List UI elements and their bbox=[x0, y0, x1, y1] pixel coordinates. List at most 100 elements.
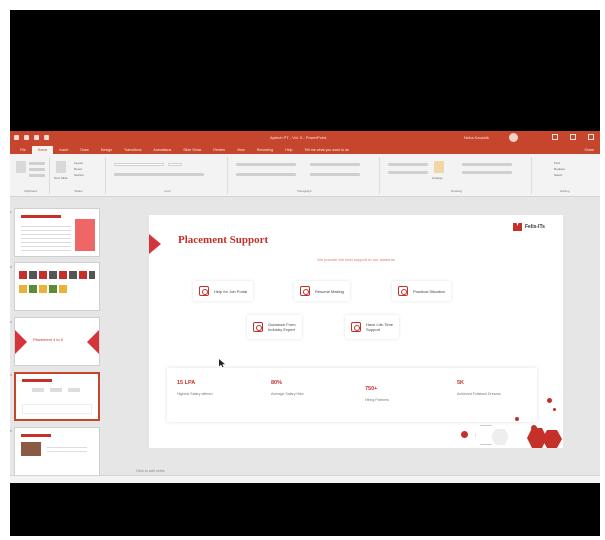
stat-label: Highest Salary offered bbox=[177, 392, 213, 396]
status-bar bbox=[10, 475, 600, 483]
feature-label: Guidance From Industry Expert bbox=[268, 322, 296, 332]
slides-group: New Slide Layout Reset Section Slides bbox=[52, 157, 106, 194]
group-label: Clipboard bbox=[24, 189, 37, 193]
feature-card[interactable]: Help for Job Portal bbox=[193, 281, 254, 301]
thumb-number: 1 bbox=[10, 210, 12, 214]
stats-panel: 15 LPA Highest Salary offered 80% Averag… bbox=[167, 368, 537, 422]
cut-button[interactable] bbox=[29, 162, 45, 165]
portal-icon bbox=[199, 286, 209, 296]
stat-item: 15 LPA Highest Salary offered bbox=[177, 380, 257, 397]
current-slide[interactable]: Placement Support We provide the best su… bbox=[149, 215, 563, 448]
brand-logo: Felix-ITs bbox=[513, 223, 545, 231]
stat-value: 5K bbox=[457, 380, 465, 386]
new-slide-label[interactable]: New Slide bbox=[54, 176, 68, 180]
slide-thumbnail-1[interactable] bbox=[14, 208, 100, 257]
reset-button[interactable]: Reset bbox=[74, 167, 82, 171]
group-label: Paragraph bbox=[297, 189, 312, 193]
new-slide-icon[interactable] bbox=[56, 161, 66, 173]
font-name-select[interactable] bbox=[114, 163, 164, 166]
stat-value: 80% bbox=[271, 380, 283, 386]
thumb-title bbox=[21, 434, 51, 437]
window-controls bbox=[552, 134, 594, 140]
section-button[interactable]: Section bbox=[74, 173, 84, 177]
present-icon[interactable] bbox=[44, 135, 49, 140]
ribbon: Clipboard New Slide Layout Reset Section… bbox=[10, 154, 600, 197]
group-label: Editing bbox=[560, 189, 570, 193]
document-title: Aptech PT - Vol. 5 - PowerPoint bbox=[270, 135, 327, 140]
thumb-image bbox=[75, 219, 95, 251]
thumb-title bbox=[21, 215, 61, 218]
find-button[interactable]: Find bbox=[554, 161, 560, 165]
feature-label: Help for Job Portal bbox=[214, 288, 248, 294]
thumb-image bbox=[21, 442, 41, 456]
avatar[interactable] bbox=[509, 133, 518, 142]
notes-placeholder[interactable]: Click to add notes bbox=[106, 468, 600, 475]
maximize-icon[interactable] bbox=[570, 134, 576, 140]
feature-label: Resume Making bbox=[315, 288, 344, 294]
select-button[interactable]: Select bbox=[554, 173, 562, 177]
thumb-text bbox=[21, 223, 71, 251]
slide-subtitle[interactable]: We provide the best support to our stude… bbox=[149, 257, 563, 262]
shape-fill-button[interactable] bbox=[462, 163, 512, 166]
tab-home[interactable]: Home bbox=[31, 146, 54, 154]
arrange-label[interactable]: Arrange bbox=[432, 176, 443, 180]
thumb-logos bbox=[19, 285, 69, 293]
minimize-icon[interactable] bbox=[552, 134, 558, 140]
convert-smartart-button[interactable] bbox=[310, 173, 360, 176]
editing-group: Find Replace Select Editing bbox=[534, 157, 596, 194]
feature-card[interactable]: Have Life-Time Support bbox=[345, 315, 399, 339]
save-icon[interactable] bbox=[14, 135, 19, 140]
redo-icon[interactable] bbox=[34, 135, 39, 140]
powerpoint-window: Aptech PT - Vol. 5 - PowerPoint Neha Kau… bbox=[10, 131, 600, 483]
mouse-cursor-icon bbox=[219, 359, 225, 367]
arrange-icon[interactable] bbox=[434, 161, 444, 173]
slide-thumbnail-3[interactable]: Placement 4 to 5 bbox=[14, 317, 100, 366]
decor-hexagon bbox=[542, 430, 562, 448]
thumb-title bbox=[22, 379, 52, 382]
undo-icon[interactable] bbox=[24, 135, 29, 140]
feature-card[interactable]: Practical Situation bbox=[392, 281, 452, 301]
align-buttons[interactable] bbox=[236, 173, 296, 176]
group-label: Drawing bbox=[450, 189, 462, 193]
user-name[interactable]: Neha Kaushik bbox=[464, 135, 489, 140]
shapes-gallery-row[interactable] bbox=[388, 171, 428, 174]
shape-outline-button[interactable] bbox=[462, 171, 512, 174]
font-format-buttons[interactable] bbox=[114, 173, 204, 176]
thumb-number: 3 bbox=[10, 320, 12, 324]
format-painter-button[interactable] bbox=[29, 174, 45, 177]
decor-dot bbox=[515, 417, 519, 421]
slide-thumbnail-5[interactable] bbox=[14, 427, 100, 476]
thumb-triangle bbox=[15, 330, 27, 354]
slide-thumbnails-pane: 1 2 3 Placement 4 to 5 4 5 bbox=[10, 198, 106, 476]
slide-title[interactable]: Placement Support bbox=[178, 234, 268, 246]
font-size-select[interactable] bbox=[168, 163, 182, 166]
replace-button[interactable]: Replace bbox=[554, 167, 565, 171]
stat-value: 750+ bbox=[365, 386, 378, 392]
thumb-number: 2 bbox=[10, 265, 12, 269]
ribbon-tabs: File Home Insert Draw Design Transitions… bbox=[10, 144, 600, 154]
paragraph-group: Paragraph bbox=[230, 157, 380, 194]
felix-logo-icon bbox=[513, 223, 522, 231]
stat-item: 80% Average Salary Hike bbox=[271, 380, 351, 397]
shapes-gallery[interactable] bbox=[388, 163, 428, 166]
support-icon bbox=[351, 322, 361, 332]
slide-thumbnail-2[interactable] bbox=[14, 262, 100, 311]
slide-thumbnail-4[interactable] bbox=[14, 372, 100, 421]
feature-card[interactable]: Resume Making bbox=[294, 281, 350, 301]
stat-label: Hiring Partners bbox=[365, 398, 389, 402]
paste-icon[interactable] bbox=[16, 161, 26, 173]
clipboard-group: Clipboard bbox=[12, 157, 50, 194]
text-direction-button[interactable] bbox=[310, 163, 360, 166]
thumb-caption: Placement 4 to 5 bbox=[33, 337, 64, 342]
copy-button[interactable] bbox=[29, 168, 45, 171]
thumb-number: 5 bbox=[10, 429, 12, 433]
feature-card[interactable]: Guidance From Industry Expert bbox=[247, 315, 302, 339]
layout-button[interactable]: Layout bbox=[74, 161, 83, 165]
list-buttons[interactable] bbox=[236, 163, 296, 166]
thumb-text bbox=[47, 444, 87, 454]
close-icon[interactable] bbox=[588, 134, 594, 140]
practical-icon bbox=[398, 286, 408, 296]
thumb-features bbox=[32, 388, 82, 392]
thumb-stats bbox=[22, 404, 92, 414]
resume-icon bbox=[300, 286, 310, 296]
